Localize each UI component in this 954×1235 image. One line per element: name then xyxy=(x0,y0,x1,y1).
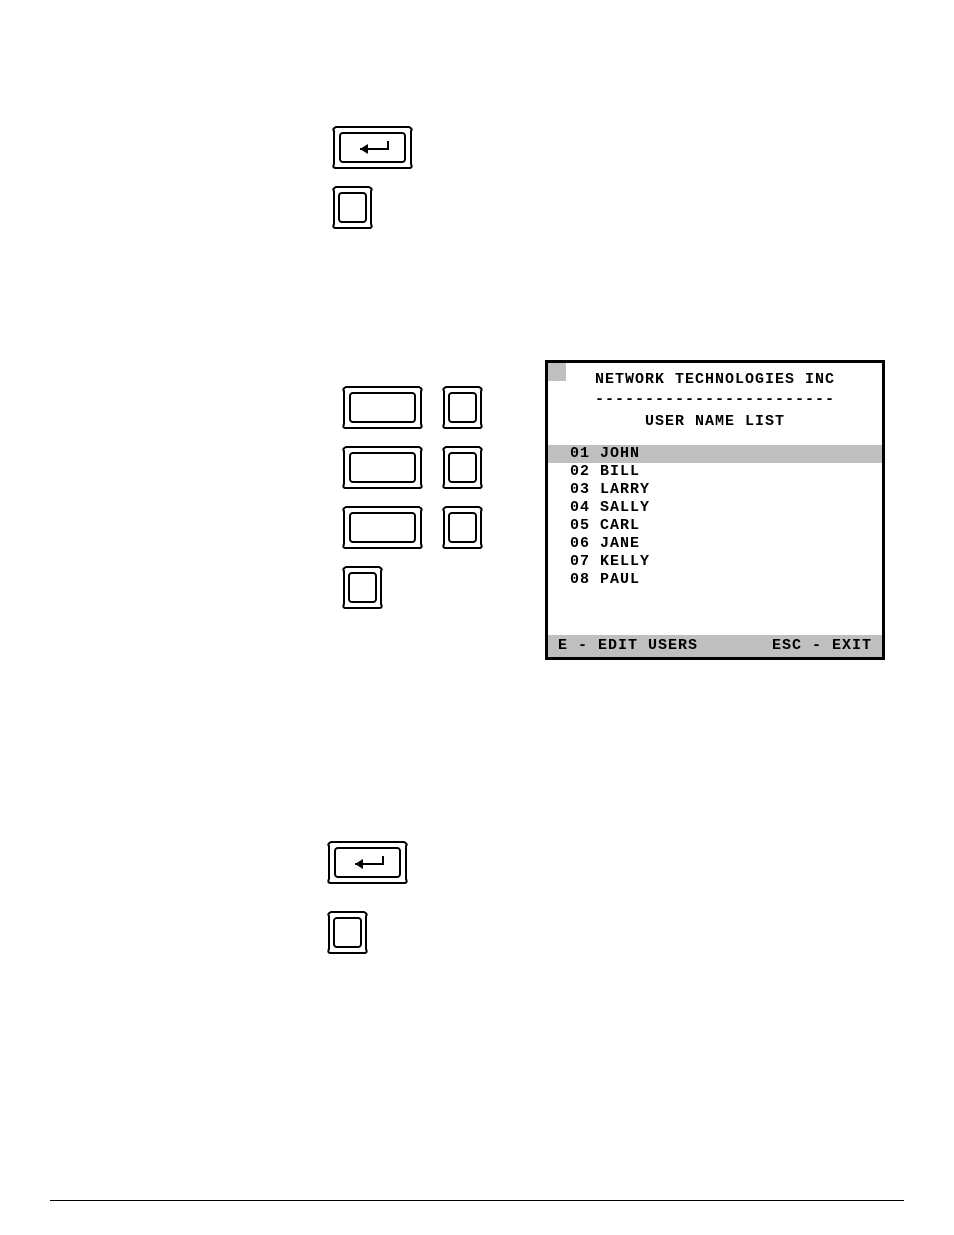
small-key-icon xyxy=(440,385,485,430)
panel-footer: E - EDIT USERS ESC - EXIT xyxy=(548,635,882,657)
user-row[interactable]: 02 BILL xyxy=(548,463,882,481)
small-key-icon xyxy=(440,505,485,550)
blank-key-icon xyxy=(325,910,370,955)
user-list: 01 JOHN02 BILL03 LARRY04 SALLY05 CARL06 … xyxy=(548,445,882,589)
small-key-icon xyxy=(340,565,385,610)
page-rule xyxy=(50,1200,904,1201)
user-row[interactable]: 04 SALLY xyxy=(548,499,882,517)
wide-key-icon xyxy=(340,385,425,430)
enter-key-icon xyxy=(325,840,410,885)
user-row[interactable]: 06 JANE xyxy=(548,535,882,553)
footer-edit-hint: E - EDIT USERS xyxy=(558,637,698,655)
enter-key-icon xyxy=(330,125,415,170)
panel-divider: ------------------------ xyxy=(548,391,882,409)
user-row[interactable]: 05 CARL xyxy=(548,517,882,535)
user-name-list-panel: NETWORK TECHNOLOGIES INC ---------------… xyxy=(545,360,885,660)
small-key-icon xyxy=(440,445,485,490)
wide-key-icon xyxy=(340,445,425,490)
user-row[interactable]: 07 KELLY xyxy=(548,553,882,571)
footer-exit-hint: ESC - EXIT xyxy=(772,637,872,655)
panel-subtitle: USER NAME LIST xyxy=(548,413,882,431)
user-row[interactable]: 03 LARRY xyxy=(548,481,882,499)
wide-key-icon xyxy=(340,505,425,550)
blank-key-icon xyxy=(330,185,375,230)
user-row[interactable]: 08 PAUL xyxy=(548,571,882,589)
user-row[interactable]: 01 JOHN xyxy=(548,445,882,463)
panel-title: NETWORK TECHNOLOGIES INC xyxy=(548,371,882,389)
